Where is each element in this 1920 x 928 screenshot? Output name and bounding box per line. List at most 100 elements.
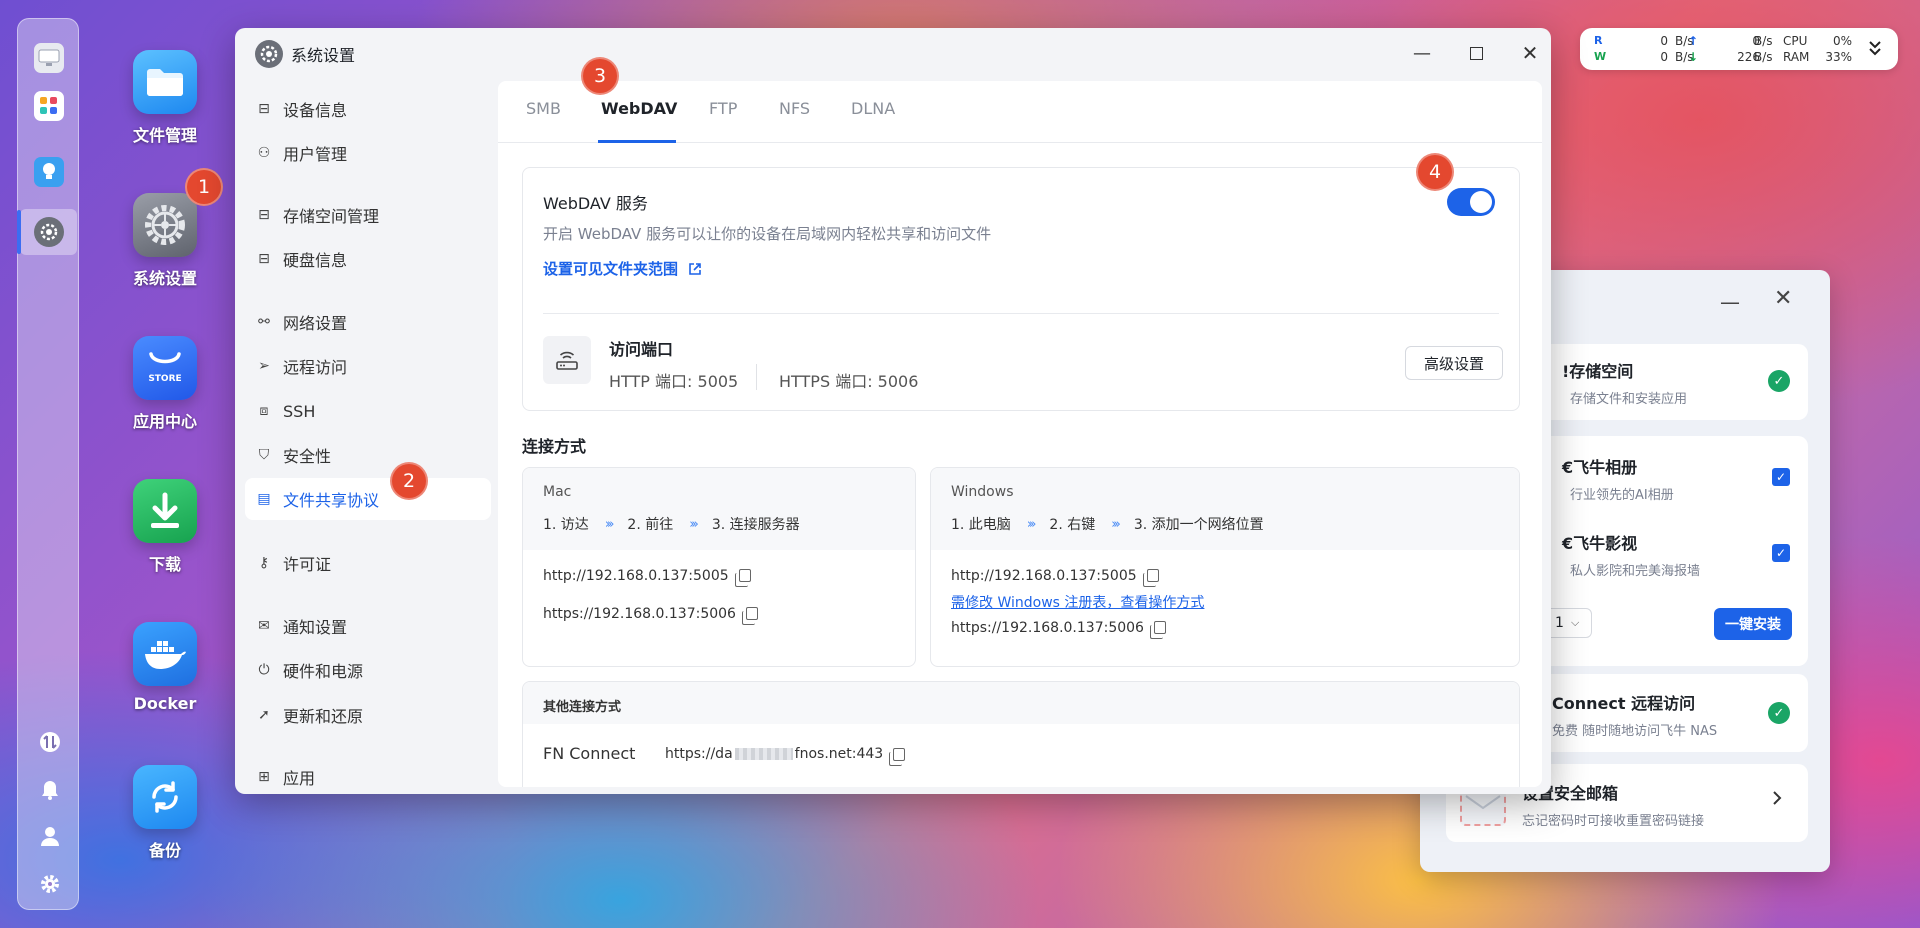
- step-badge-2: 2: [390, 462, 428, 500]
- dock-active-indicator: [17, 210, 21, 254]
- desktop-icon[interactable]: [34, 43, 64, 73]
- http-port: HTTP 端口: 5005: [609, 372, 739, 391]
- close-icon[interactable]: ✕: [1515, 38, 1545, 68]
- tab-smb[interactable]: SMB: [526, 99, 561, 141]
- divider: [543, 313, 1499, 314]
- visible-folders-link[interactable]: 设置可见文件夹范围: [543, 258, 702, 279]
- updown-units: B/s B/s: [1754, 33, 1773, 65]
- desktop-app-file-manager[interactable]: 文件管理: [120, 50, 210, 146]
- copy-icon[interactable]: [741, 607, 758, 625]
- sidebar-item-ssh[interactable]: ⧈ SSH: [245, 390, 491, 432]
- rocket-icon: ➚: [258, 707, 270, 723]
- rw-labels: R W: [1594, 33, 1606, 65]
- sys-values: 0% 33%: [1816, 33, 1852, 65]
- done-check-icon: ✓: [1768, 370, 1790, 392]
- url-text: http://192.168.0.137:5005: [951, 568, 1137, 584]
- gear-icon[interactable]: [39, 873, 61, 895]
- webdav-service-card: WebDAV 服务 开启 WebDAV 服务可以让你的设备在局域网内轻松共享和访…: [522, 167, 1520, 411]
- sidebar-item-device-info[interactable]: ⊟ 设备信息: [245, 88, 491, 130]
- url-text-end: fnos.net:443: [794, 746, 884, 762]
- sidebar-item-security[interactable]: ⛉ 安全性: [245, 434, 491, 476]
- key-icon: ⚷: [258, 555, 270, 571]
- read-value: 0: [1660, 34, 1668, 48]
- os-name: Mac: [543, 484, 572, 500]
- sidebar-item-network[interactable]: ⚯ 网络设置: [245, 301, 491, 343]
- sidebar-item-label: 用户管理: [283, 145, 348, 164]
- checkbox-photos[interactable]: ✓: [1772, 468, 1790, 486]
- dock: [17, 18, 79, 910]
- fn-connect-url-row: https://da fnos.net:443: [665, 746, 906, 766]
- copy-icon[interactable]: [889, 747, 906, 766]
- sidebar-item-file-sharing[interactable]: ▤ 文件共享协议: [245, 478, 491, 520]
- sidebar-item-notifications[interactable]: ✉ 通知设置: [245, 605, 491, 647]
- sidebar-item-user-management[interactable]: ⚇ 用户管理: [245, 132, 491, 174]
- hard-drive-icon: ⊟: [258, 101, 270, 117]
- sidebar-item-label: 许可证: [283, 555, 332, 574]
- docker-whale-icon: [133, 622, 197, 686]
- tab-ftp[interactable]: FTP: [709, 99, 737, 141]
- write-label: W: [1594, 50, 1607, 63]
- desktop-app-label: 应用中心: [132, 412, 197, 431]
- copy-icon[interactable]: [734, 569, 751, 587]
- router-icon: [543, 336, 591, 384]
- copy-icon[interactable]: [1149, 621, 1166, 639]
- apps-grid-icon: ⊞: [258, 769, 270, 785]
- bell-icon[interactable]: [39, 779, 61, 801]
- desktop-app-label: Docker: [133, 694, 197, 713]
- network-status-widget[interactable]: R W 0 0 B/s B/s ↑ ↓ 0 226 B/s B/s CPU RA…: [1580, 28, 1898, 70]
- sidebar-item-storage-management[interactable]: ⊟ 存储空间管理: [245, 194, 491, 236]
- desktop-app-docker[interactable]: Docker: [120, 622, 210, 713]
- item-title: Connect 远程访问: [1552, 694, 1696, 713]
- tab-nfs[interactable]: NFS: [779, 99, 810, 141]
- step-badge-3: 3: [581, 57, 619, 95]
- https-port: HTTPS 端口: 5006: [779, 372, 919, 391]
- sidebar-item-license[interactable]: ⚷ 许可证: [245, 542, 491, 584]
- webdav-toggle[interactable]: [1447, 188, 1495, 216]
- divider: [756, 364, 757, 390]
- desktop-app-app-center[interactable]: STORE 应用中心: [120, 336, 210, 432]
- registry-howto-link[interactable]: 需修改 Windows 注册表，查看操作方式: [951, 592, 1204, 612]
- tab-dlna[interactable]: DLNA: [851, 99, 895, 141]
- sidebar-item-apps[interactable]: ⊞ 应用: [245, 756, 491, 794]
- sidebar-item-remote-access[interactable]: ➢ 远程访问: [245, 345, 491, 387]
- transfer-icon[interactable]: [39, 731, 61, 753]
- sidebar-item-label: SSH: [283, 401, 316, 421]
- port-title: 访问端口: [609, 340, 674, 359]
- maximize-icon[interactable]: [1461, 38, 1491, 68]
- window-title: 系统设置: [291, 46, 356, 65]
- sidebar-item-label: 硬盘信息: [283, 251, 348, 270]
- tab-webdav[interactable]: WebDAV: [601, 99, 677, 141]
- fn-connect-label: FN Connect: [543, 744, 636, 763]
- advanced-settings-button[interactable]: 高级设置: [1405, 346, 1503, 380]
- chevron-down-icon[interactable]: [1868, 39, 1882, 60]
- desktop-app-backup[interactable]: 备份: [120, 765, 210, 861]
- apps-grid-icon[interactable]: [34, 91, 64, 121]
- rw-values: 0 0: [1638, 33, 1668, 65]
- copy-icon[interactable]: [1142, 569, 1159, 587]
- unit: B/s: [1754, 34, 1773, 48]
- close-icon[interactable]: ✕: [1774, 286, 1792, 311]
- terminal-icon: ⧈: [259, 403, 269, 419]
- minimize-icon[interactable]: —: [1720, 290, 1740, 314]
- sidebar-item-label: 存储空间管理: [283, 207, 380, 226]
- checkbox-video[interactable]: ✓: [1772, 544, 1790, 562]
- desktop-app-system-settings[interactable]: 系统设置: [120, 193, 210, 289]
- network-icon: ⚯: [258, 314, 270, 330]
- install-button[interactable]: 一键安装: [1714, 608, 1792, 640]
- sidebar-item-hardware-power[interactable]: ⏻ 硬件和电源: [245, 649, 491, 691]
- desktop-app-download[interactable]: 下载: [120, 479, 210, 575]
- sidebar-item-label: 安全性: [283, 447, 332, 466]
- user-icon[interactable]: [39, 825, 61, 847]
- other-connection-card: 其他连接方式 FN Connect https://da fnos.net:44…: [522, 681, 1520, 787]
- sidebar-item-update-restore[interactable]: ➚ 更新和还原: [245, 694, 491, 736]
- settings-gear-icon[interactable]: [34, 217, 64, 247]
- step: 2. 前往: [627, 517, 674, 533]
- minimize-icon[interactable]: —: [1407, 38, 1437, 68]
- content-pane: SMB WebDAV FTP NFS DLNA WebDAV 服务 开启 Web…: [498, 81, 1542, 787]
- desktop-app-label: 下载: [148, 555, 181, 574]
- storage-icon: ⊟: [258, 207, 270, 223]
- sidebar-item-disk-info[interactable]: ⊟ 硬盘信息: [245, 238, 491, 280]
- download-icon: [133, 479, 197, 543]
- tips-bulb-icon[interactable]: [34, 157, 64, 187]
- os-name: Windows: [951, 484, 1014, 500]
